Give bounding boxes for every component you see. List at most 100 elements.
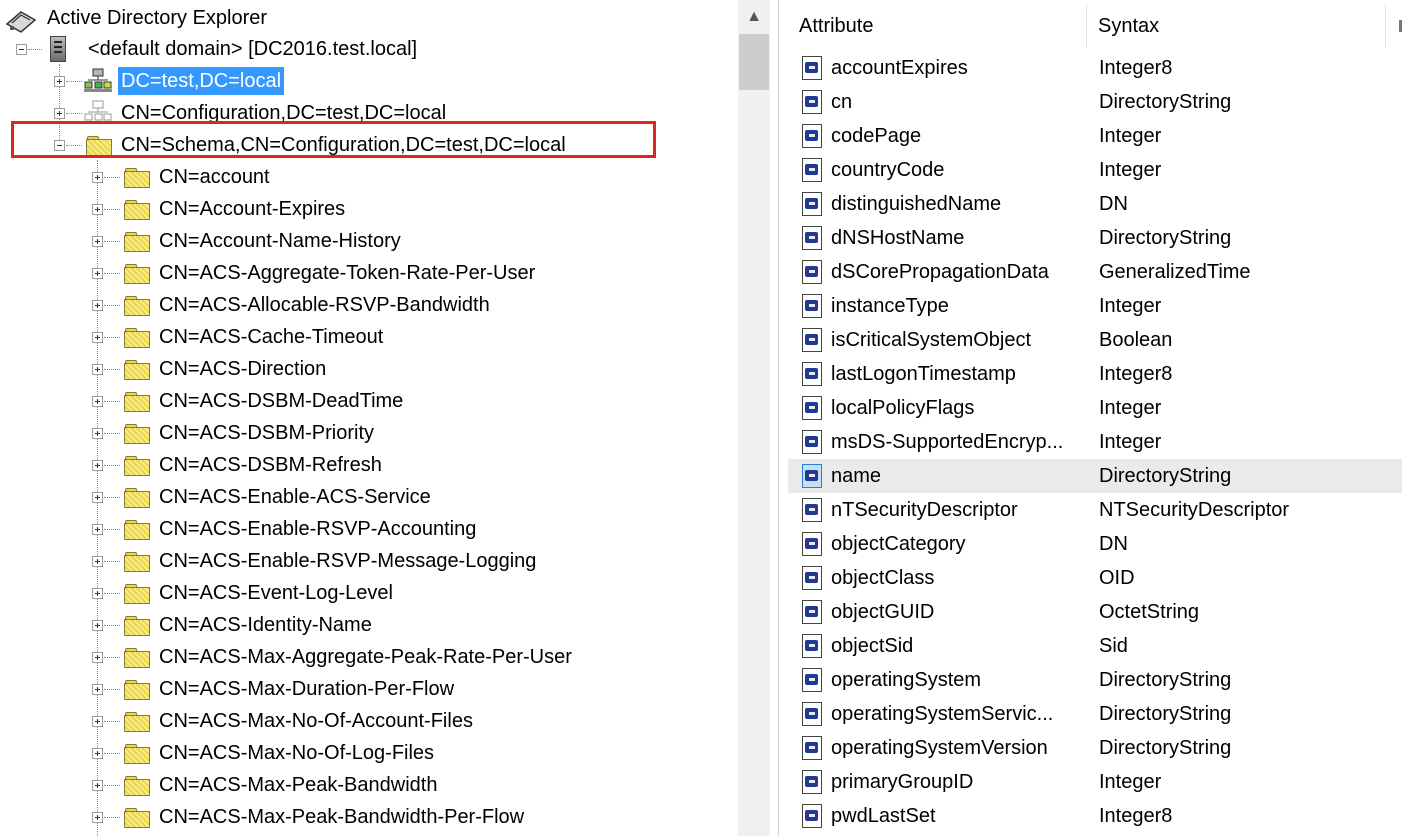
attribute-row[interactable]: nTSecurityDescriptor NTSecurityDescriptor [788,493,1402,527]
attribute-row[interactable]: operatingSystemVersion DirectoryString [788,731,1402,765]
attribute-row[interactable]: isCriticalSystemObject Boolean [788,323,1402,357]
attribute-row[interactable]: operatingSystemServic... DirectoryString [788,697,1402,731]
scroll-up-icon[interactable]: ▲ [738,0,770,34]
tree-item-schema-child[interactable]: CN=ACS-Allocable-RSVP-Bandwidth [156,290,493,320]
attribute-row[interactable]: localPolicyFlags Integer [788,391,1402,425]
schema-child-expand-icon[interactable] [92,172,103,183]
attribute-row[interactable]: operatingSystem DirectoryString [788,663,1402,697]
tree-item-dc-test-local[interactable]: DC=test,DC=local [118,66,285,96]
attribute-row[interactable]: objectGUID OctetString [788,595,1402,629]
schema-child-expand-icon[interactable] [92,204,103,215]
attribute-syntax: Integer [1099,431,1162,453]
tree-item-schema-child[interactable]: CN=ACS-Identity-Name [156,610,375,640]
tree-item-schema-child[interactable]: CN=ACS-Enable-RSVP-Message-Logging [156,546,539,576]
schema-child-expand-icon[interactable] [92,428,103,439]
tree-item-schema-child[interactable]: CN=ACS-Cache-Timeout [156,322,386,352]
tree-item-schema-child[interactable]: CN=ACS-Max-No-Of-Account-Files [156,706,476,736]
attribute-name: objectSid [831,635,914,657]
attribute-row[interactable]: dNSHostName DirectoryString [788,221,1402,255]
attribute-name: accountExpires [831,57,968,79]
attribute-name: nTSecurityDescriptor [831,499,1018,521]
tree-item-schema-child[interactable]: CN=ACS-Max-Peak-Bandwidth-Per-Flow [156,802,527,832]
folder-icon [124,168,150,188]
tree-item-schema-child[interactable]: CN=ACS-DSBM-Refresh [156,450,385,480]
folder-icon [124,552,150,572]
attribute-icon [802,226,822,250]
schema-child-expand-icon[interactable] [92,556,103,567]
attribute-syntax: DN [1099,193,1128,215]
tree-item-schema-child[interactable]: CN=account [156,162,273,192]
tree-item-schema-child[interactable]: CN=ACS-Max-Peak-Bandwidth [156,770,440,800]
attribute-syntax: OctetString [1099,601,1200,623]
attribute-syntax: Integer8 [1099,805,1173,827]
folder-icon [124,328,150,348]
tree-item-schema-child[interactable]: CN=Account-Expires [156,194,348,224]
attribute-row[interactable]: accountExpires Integer8 [788,51,1402,85]
column-header-syntax[interactable]: Syntax [1087,0,1388,50]
attribute-name: dNSHostName [831,227,965,249]
attribute-row[interactable]: dSCorePropagationData GeneralizedTime [788,255,1402,289]
folder-icon [124,392,150,412]
attribute-icon [802,56,822,80]
attribute-row[interactable]: lastLogonTimestamp Integer8 [788,357,1402,391]
tree-root[interactable]: Active Directory Explorer [0,3,270,33]
schema-child-expand-icon[interactable] [92,684,103,695]
schema-child-expand-icon[interactable] [92,396,103,407]
dc-test-expand-icon[interactable] [54,76,65,87]
attribute-row[interactable]: name DirectoryString [788,459,1402,493]
folder-icon [124,776,150,796]
configuration-expand-icon[interactable] [54,108,65,119]
schema-child-expand-icon[interactable] [92,460,103,471]
schema-child-expand-icon[interactable] [92,812,103,823]
attribute-name: objectGUID [831,601,935,623]
schema-child-expand-icon[interactable] [92,652,103,663]
tree-item-schema-child[interactable]: CN=ACS-Enable-RSVP-Accounting [156,514,479,544]
attribute-row[interactable]: cn DirectoryString [788,85,1402,119]
scrollbar-thumb[interactable] [739,34,769,90]
domain-collapse-icon[interactable] [16,44,27,55]
schema-child-expand-icon[interactable] [92,780,103,791]
attribute-syntax: Integer [1099,159,1162,181]
tree-item-schema-child[interactable]: CN=ACS-Max-Aggregate-Peak-Rate-Per-User [156,642,575,672]
attribute-row[interactable]: distinguishedName DN [788,187,1402,221]
attribute-row[interactable]: msDS-SupportedEncryp... Integer [788,425,1402,459]
tree-item-schema-child[interactable]: CN=ACS-DSBM-DeadTime [156,386,406,416]
schema-child-expand-icon[interactable] [92,588,103,599]
tree-item-schema-child[interactable]: CN=ACS-Direction [156,354,329,384]
attribute-syntax: Integer8 [1099,57,1173,79]
tree-item-label: CN=ACS-Max-Aggregate-Peak-Rate-Per-User [159,646,572,668]
attribute-syntax: DirectoryString [1099,703,1232,725]
attribute-row[interactable]: objectClass OID [788,561,1402,595]
attribute-row[interactable]: objectSid Sid [788,629,1402,663]
schema-child-expand-icon[interactable] [92,748,103,759]
attribute-name: instanceType [831,295,949,317]
schema-child-expand-icon[interactable] [92,300,103,311]
schema-child-expand-icon[interactable] [92,524,103,535]
schema-child-expand-icon[interactable] [92,332,103,343]
schema-child-expand-icon[interactable] [92,716,103,727]
attribute-syntax: DirectoryString [1099,669,1232,691]
schema-child-expand-icon[interactable] [92,620,103,631]
tree-item-default-domain[interactable]: <default domain> [DC2016.test.local] [85,34,420,64]
schema-child-expand-icon[interactable] [92,492,103,503]
attribute-row[interactable]: codePage Integer [788,119,1402,153]
attribute-row[interactable]: objectCategory DN [788,527,1402,561]
tree-item-schema-child[interactable]: CN=ACS-Max-Duration-Per-Flow [156,674,457,704]
pane-splitter[interactable] [770,0,778,836]
tree-item-schema-child[interactable]: CN=Account-Name-History [156,226,404,256]
attribute-row[interactable]: countryCode Integer [788,153,1402,187]
tree-item-schema-child[interactable]: CN=ACS-Aggregate-Token-Rate-Per-User [156,258,538,288]
schema-child-expand-icon[interactable] [92,268,103,279]
attribute-row[interactable]: primaryGroupID Integer [788,765,1402,799]
tree-item-schema-child[interactable]: CN=ACS-Max-No-Of-Log-Files [156,738,437,768]
attribute-row[interactable]: instanceType Integer [788,289,1402,323]
schema-child-expand-icon[interactable] [92,236,103,247]
tree-vertical-scrollbar[interactable]: ▲ [738,0,770,836]
column-header-attribute[interactable]: Attribute [788,0,1086,50]
schema-child-expand-icon[interactable] [92,364,103,375]
tree-item-schema-child[interactable]: CN=ACS-Enable-ACS-Service [156,482,434,512]
tree-item-label: CN=Account-Expires [159,198,346,220]
attribute-row[interactable]: pwdLastSet Integer8 [788,799,1402,833]
tree-item-schema-child[interactable]: CN=ACS-DSBM-Priority [156,418,377,448]
tree-item-schema-child[interactable]: CN=ACS-Event-Log-Level [156,578,396,608]
